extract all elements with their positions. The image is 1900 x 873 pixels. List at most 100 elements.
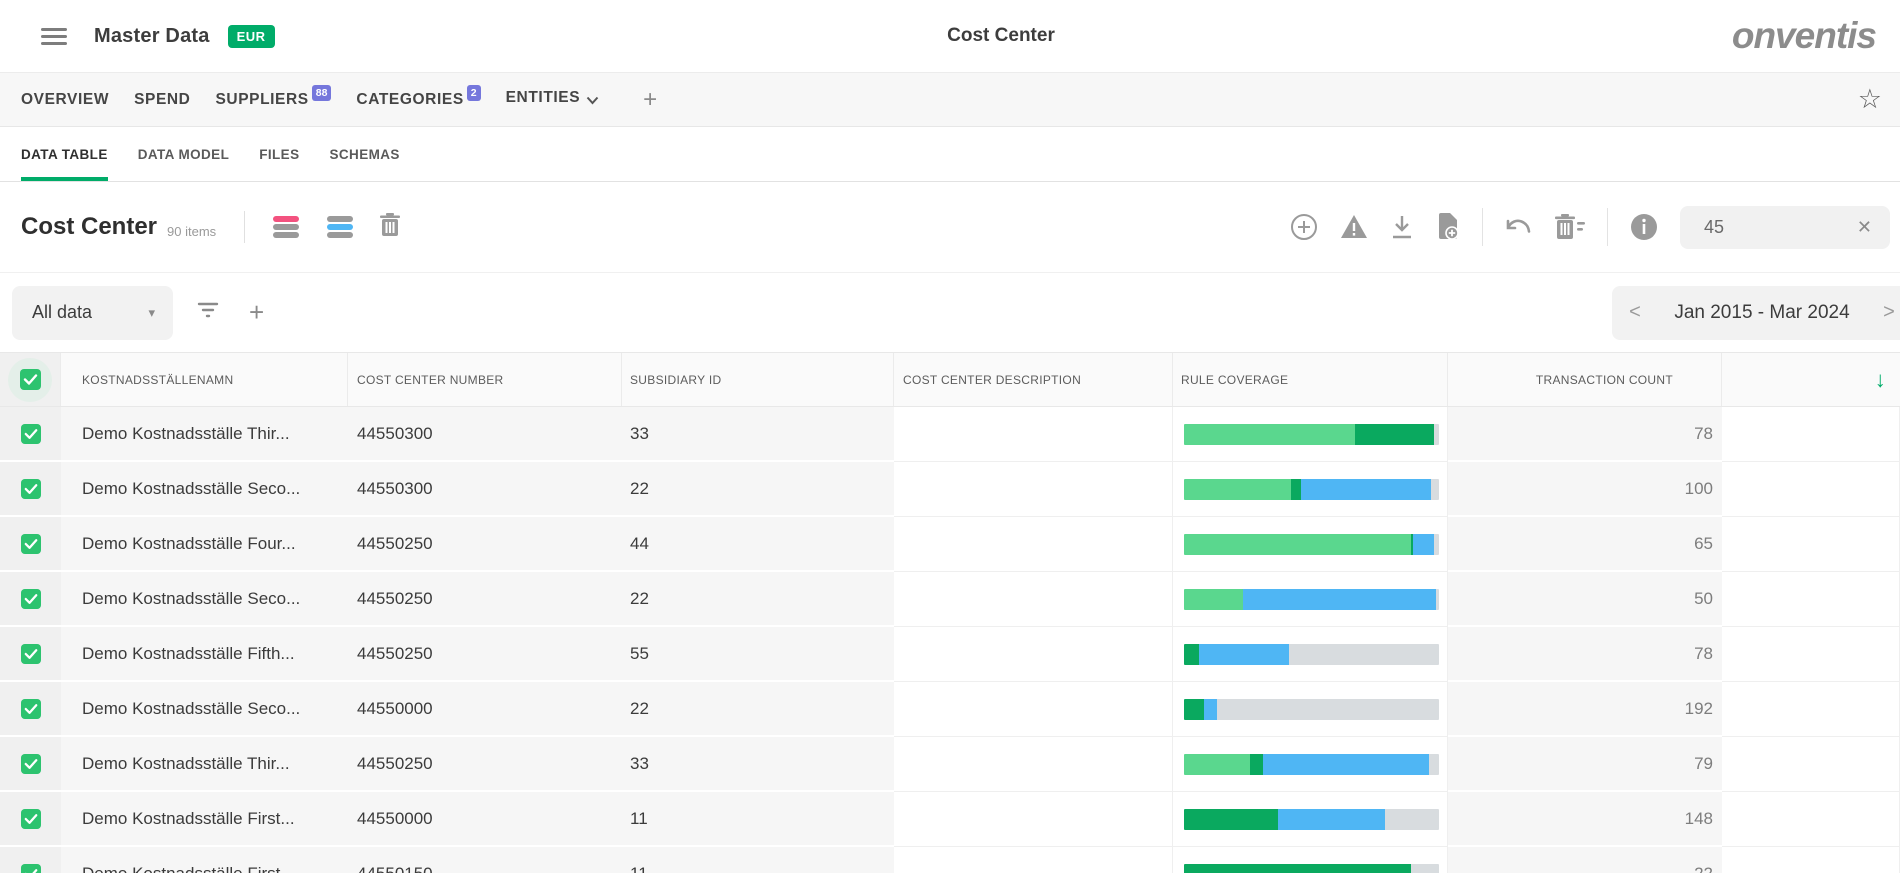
file-add-icon[interactable] bbox=[1436, 213, 1460, 241]
cell-description[interactable] bbox=[894, 792, 1173, 847]
cell-name[interactable]: Demo Kostnadsställe First... bbox=[61, 792, 348, 847]
nav-item-overview[interactable]: OVERVIEW bbox=[21, 91, 109, 109]
select-all-checkbox[interactable] bbox=[8, 358, 52, 402]
undo-icon[interactable] bbox=[1505, 215, 1533, 239]
cell-description[interactable] bbox=[894, 517, 1173, 572]
cell-subsidiary[interactable]: 11 bbox=[622, 847, 894, 873]
favorite-star-icon[interactable]: ☆ bbox=[1858, 86, 1882, 113]
prev-period-icon[interactable]: < bbox=[1612, 301, 1658, 324]
row-checkbox[interactable] bbox=[21, 699, 41, 719]
cell-name[interactable]: Demo Kostnadsställe Thir... bbox=[61, 737, 348, 792]
download-icon[interactable] bbox=[1390, 214, 1414, 240]
coverage-segment-gray bbox=[1434, 534, 1439, 555]
cell-extra bbox=[1722, 847, 1900, 873]
cell-subsidiary[interactable]: 11 bbox=[622, 792, 894, 847]
cell-name[interactable]: Demo Kostnadsställe Four... bbox=[61, 517, 348, 572]
cell-number[interactable]: 44550250 bbox=[348, 737, 622, 792]
cell-coverage bbox=[1173, 407, 1448, 462]
clear-search-icon[interactable]: ✕ bbox=[1857, 217, 1872, 238]
cell-name[interactable]: Demo Kostnadsställe Fifth... bbox=[61, 627, 348, 682]
cell-description[interactable] bbox=[894, 627, 1173, 682]
cell-subsidiary[interactable]: 55 bbox=[622, 627, 894, 682]
cell-number[interactable]: 44550150 bbox=[348, 847, 622, 873]
filter-icon[interactable] bbox=[197, 301, 219, 324]
nav-item-suppliers[interactable]: SUPPLIERS88 bbox=[215, 91, 331, 109]
cell-number[interactable]: 44550300 bbox=[348, 462, 622, 517]
cell-number[interactable]: 44550250 bbox=[348, 572, 622, 627]
column-header-coverage[interactable]: RULE COVERAGE bbox=[1173, 353, 1448, 406]
row-checkbox[interactable] bbox=[21, 754, 41, 774]
cell-description[interactable] bbox=[894, 407, 1173, 462]
cell-number[interactable]: 44550250 bbox=[348, 627, 622, 682]
cell-name[interactable]: Demo Kostnadsställe Thir... bbox=[61, 407, 348, 462]
cell-description[interactable] bbox=[894, 682, 1173, 737]
cell-name[interactable]: Demo Kostnadsställe Seco... bbox=[61, 682, 348, 737]
cell-number[interactable]: 44550250 bbox=[348, 517, 622, 572]
menu-icon[interactable] bbox=[41, 24, 67, 49]
column-header-count[interactable]: TRANSACTION COUNT bbox=[1448, 353, 1722, 406]
cell-description[interactable] bbox=[894, 462, 1173, 517]
cell-description[interactable] bbox=[894, 572, 1173, 627]
row-checkbox[interactable] bbox=[21, 479, 41, 499]
cell-number[interactable]: 44550300 bbox=[348, 407, 622, 462]
cell-subsidiary[interactable]: 33 bbox=[622, 407, 894, 462]
cell-name[interactable]: Demo Kostnadsställe Seco... bbox=[61, 462, 348, 517]
cell-subsidiary[interactable]: 22 bbox=[622, 572, 894, 627]
nav-item-spend[interactable]: SPEND bbox=[134, 91, 190, 109]
subtab-files[interactable]: FILES bbox=[259, 127, 299, 181]
cell-description[interactable] bbox=[894, 737, 1173, 792]
info-icon[interactable] bbox=[1630, 213, 1658, 241]
next-period-icon[interactable]: > bbox=[1866, 301, 1900, 324]
row-checkbox[interactable] bbox=[21, 424, 41, 444]
nav-item-entities[interactable]: ENTITIES bbox=[506, 89, 600, 110]
row-checkbox[interactable] bbox=[21, 809, 41, 829]
search-box[interactable]: ✕ bbox=[1680, 206, 1890, 249]
data-preset-dropdown[interactable]: All data ▾ bbox=[12, 286, 173, 340]
cell-subsidiary[interactable]: 33 bbox=[622, 737, 894, 792]
add-row-icon[interactable] bbox=[1290, 213, 1318, 241]
nav-item-categories[interactable]: CATEGORIES2 bbox=[356, 91, 480, 109]
cell-name[interactable]: Demo Kostnadsställe First... bbox=[61, 847, 348, 873]
cell-transaction-count: 22 bbox=[1448, 847, 1722, 873]
delete-dataset-icon[interactable] bbox=[379, 213, 401, 242]
add-filter-button[interactable]: + bbox=[249, 297, 264, 328]
cell-number[interactable]: 44550000 bbox=[348, 682, 622, 737]
onventis-logo: onventis bbox=[1732, 15, 1876, 57]
row-checkbox-cell bbox=[0, 517, 61, 572]
row-checkbox[interactable] bbox=[21, 589, 41, 609]
cell-transaction-count: 78 bbox=[1448, 627, 1722, 682]
row-checkbox-cell bbox=[0, 462, 61, 517]
cell-name[interactable]: Demo Kostnadsställe Seco... bbox=[61, 572, 348, 627]
search-input[interactable] bbox=[1704, 217, 1844, 238]
column-header-name[interactable]: KOSTNADSSTÄLLENAMN bbox=[61, 353, 348, 406]
subtab-schemas[interactable]: SCHEMAS bbox=[330, 127, 400, 181]
database-blue-icon[interactable] bbox=[327, 216, 353, 238]
column-header-description[interactable]: COST CENTER DESCRIPTION bbox=[894, 353, 1173, 406]
cell-coverage bbox=[1173, 462, 1448, 517]
add-tab-button[interactable]: + bbox=[643, 86, 657, 114]
data-table: KOSTNADSSTÄLLENAMN COST CENTER NUMBER SU… bbox=[0, 352, 1900, 873]
sort-descending-icon[interactable]: ↓ bbox=[1875, 367, 1886, 393]
header-extra-cell: ↓ bbox=[1722, 353, 1900, 406]
subtab-data-table[interactable]: DATA TABLE bbox=[21, 127, 108, 181]
column-header-number[interactable]: COST CENTER NUMBER bbox=[348, 353, 622, 406]
row-checkbox[interactable] bbox=[21, 534, 41, 554]
cell-description[interactable] bbox=[894, 847, 1173, 873]
cell-subsidiary[interactable]: 22 bbox=[622, 462, 894, 517]
cell-number[interactable]: 44550000 bbox=[348, 792, 622, 847]
cell-extra bbox=[1722, 627, 1900, 682]
subtab-data-model[interactable]: DATA MODEL bbox=[138, 127, 230, 181]
cell-coverage bbox=[1173, 517, 1448, 572]
table-body: Demo Kostnadsställe Thir... 44550300 33 … bbox=[0, 407, 1900, 873]
cell-subsidiary[interactable]: 44 bbox=[622, 517, 894, 572]
column-header-subsidiary[interactable]: SUBSIDIARY ID bbox=[622, 353, 894, 406]
warning-icon[interactable] bbox=[1340, 214, 1368, 240]
date-range-picker[interactable]: < Jan 2015 - Mar 2024 > bbox=[1612, 286, 1900, 340]
database-pink-icon[interactable] bbox=[273, 216, 299, 238]
table-row: Demo Kostnadsställe Seco... 44550300 22 … bbox=[0, 462, 1900, 517]
rule-coverage-bar bbox=[1184, 534, 1439, 555]
row-checkbox[interactable] bbox=[21, 864, 41, 873]
cell-subsidiary[interactable]: 22 bbox=[622, 682, 894, 737]
row-checkbox[interactable] bbox=[21, 644, 41, 664]
delete-rows-icon[interactable] bbox=[1555, 214, 1585, 240]
